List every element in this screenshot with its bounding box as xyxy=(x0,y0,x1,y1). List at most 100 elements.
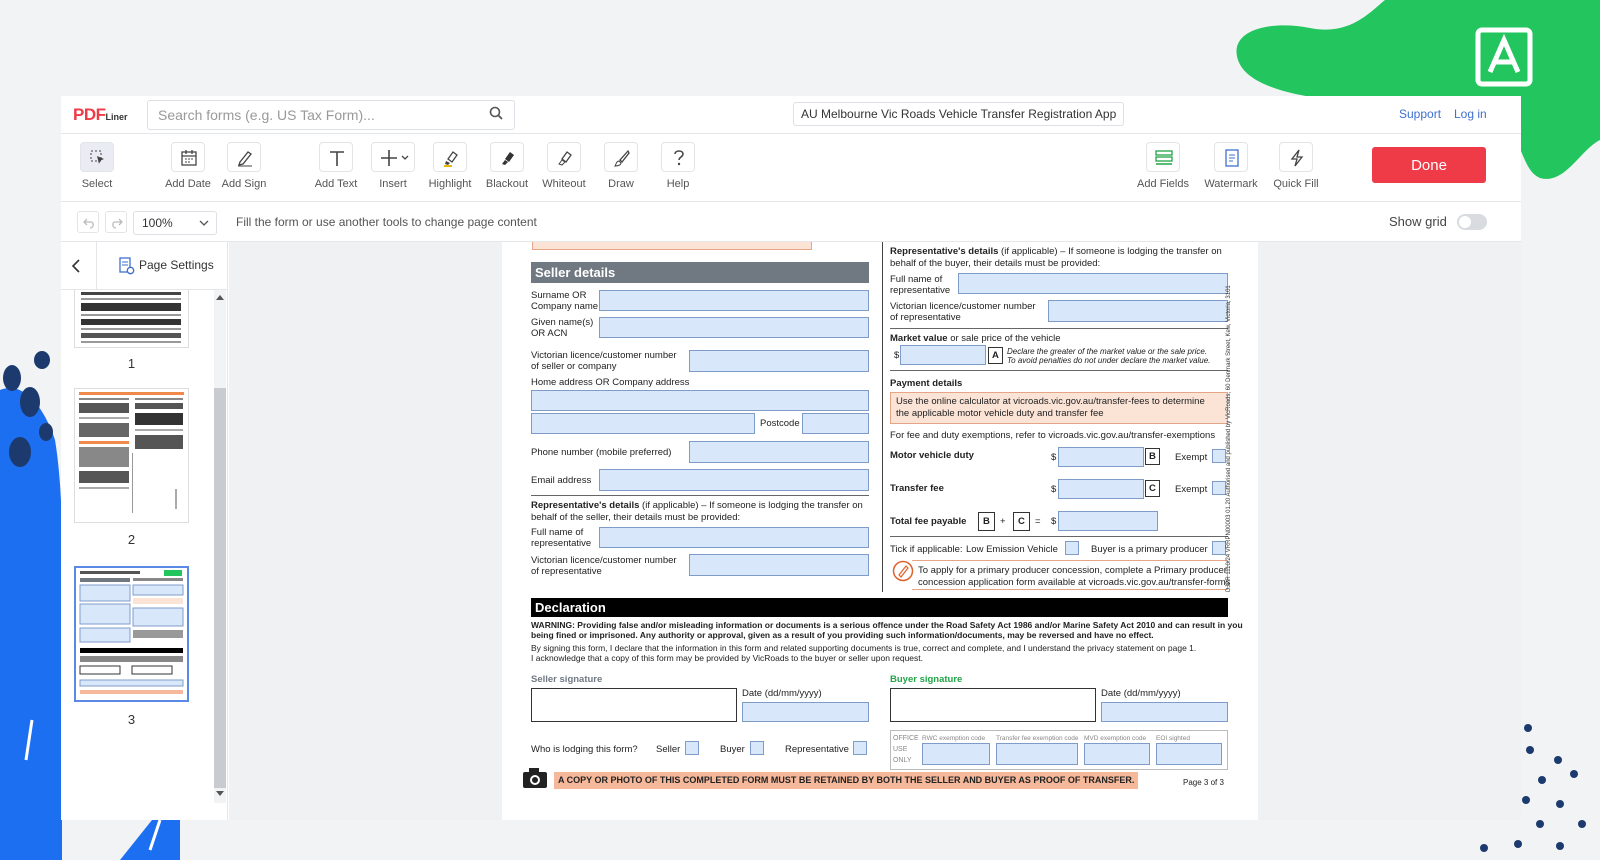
page-thumbnail-3[interactable] xyxy=(74,566,189,702)
quick-fill-tool[interactable]: Quick Fill xyxy=(1266,142,1326,190)
office-eoi-field[interactable] xyxy=(1156,743,1222,765)
buyer-date-field[interactable] xyxy=(1101,702,1228,722)
highlight-tool[interactable]: Highlight xyxy=(420,142,480,190)
whiteout-tool[interactable]: Whiteout xyxy=(534,142,594,190)
calendar-icon xyxy=(181,150,197,166)
login-link[interactable]: Log in xyxy=(1454,107,1487,121)
help-tool[interactable]: Help xyxy=(648,142,708,190)
seller-signature-field[interactable] xyxy=(531,688,737,722)
seller-licence-field[interactable] xyxy=(689,350,869,372)
collapse-sidebar-button[interactable] xyxy=(61,242,97,290)
seller-signature-label: Seller signature xyxy=(531,674,603,685)
toolbar: Select Add Date Add Sign Add Text Insert… xyxy=(61,134,1521,202)
phone-label: Phone number (mobile preferred) xyxy=(531,447,672,458)
pdf-page-3: Seller details Surname OR Company name G… xyxy=(502,242,1258,820)
page-thumbnails-sidebar: Page Settings 1 2 3 xyxy=(61,242,228,820)
chevron-down-icon xyxy=(401,155,409,160)
add-sign-tool[interactable]: Add Sign xyxy=(214,142,274,190)
buyer-rep-licence-label: Victorian licence/customer number xyxy=(890,301,1036,312)
seller-date-field[interactable] xyxy=(742,702,869,722)
copy-notice: A COPY OR PHOTO OF THIS COMPLETED FORM M… xyxy=(554,772,1139,789)
seller-licence-label-2: of seller or company xyxy=(531,361,617,372)
scroll-down-arrow-icon[interactable] xyxy=(216,791,224,797)
seller-phone-field[interactable] xyxy=(689,441,869,463)
lodger-seller-checkbox[interactable] xyxy=(685,741,699,755)
sidebar-scrollbar-thumb[interactable] xyxy=(214,388,226,788)
redo-button[interactable] xyxy=(105,211,127,233)
zoom-select[interactable]: 100% xyxy=(133,211,217,235)
instruction-text: Fill the form or use another tools to ch… xyxy=(236,215,537,229)
surname-label: Surname OR Company name xyxy=(531,290,599,312)
chevron-left-icon xyxy=(71,259,80,273)
office-transfer-fee-field[interactable] xyxy=(996,743,1078,765)
scroll-up-arrow-icon[interactable] xyxy=(216,294,224,300)
add-date-tool[interactable]: Add Date xyxy=(158,142,218,190)
buyer-rep-name-label: Full name of representative xyxy=(890,274,951,296)
lodger-buyer-checkbox[interactable] xyxy=(750,741,764,755)
page-number-2: 2 xyxy=(127,532,136,547)
concession-note-box xyxy=(912,560,1228,590)
seller-rep-name-field[interactable] xyxy=(599,527,869,548)
postcode-label: Postcode xyxy=(760,418,800,429)
redo-icon xyxy=(112,218,123,229)
watermark-tool[interactable]: Watermark xyxy=(1201,142,1261,190)
plus-icon xyxy=(381,150,409,166)
sub-toolbar: 100% Fill the form or use another tools … xyxy=(61,202,1521,242)
total-fee-label: Total fee payable xyxy=(890,516,967,527)
payment-details-heading: Payment details xyxy=(890,378,963,389)
select-tool[interactable]: Select xyxy=(67,142,127,190)
seller-email-field[interactable] xyxy=(599,469,869,491)
add-text-tool[interactable]: Add Text xyxy=(306,142,366,190)
seller-address-line2-field[interactable] xyxy=(531,413,755,434)
motor-duty-field[interactable] xyxy=(1058,447,1144,467)
seller-postcode-field[interactable] xyxy=(802,413,869,434)
seller-details-heading: Seller details xyxy=(531,262,869,283)
office-mvd-field[interactable] xyxy=(1084,743,1150,765)
declaration-heading: Declaration xyxy=(531,598,1228,617)
watermark-icon xyxy=(1225,149,1239,167)
pdf-editor-window: PDFLiner AU Melbourne Vic Roads Vehicle … xyxy=(61,96,1521,820)
seller-surname-field[interactable] xyxy=(599,290,869,311)
low-emission-checkbox[interactable] xyxy=(1065,541,1079,555)
given-names-label: Given name(s) OR ACN xyxy=(531,317,594,339)
add-fields-tool[interactable]: Add Fields xyxy=(1133,142,1193,190)
seller-given-names-field[interactable] xyxy=(599,317,869,338)
office-rwc-field[interactable] xyxy=(922,743,990,765)
page-settings-button[interactable]: Page Settings xyxy=(119,257,214,275)
buyer-signature-field[interactable] xyxy=(890,688,1096,722)
page-thumbnail-2[interactable] xyxy=(74,388,189,523)
pencil-circle-icon xyxy=(892,560,914,582)
buyer-rep-licence-label-2: of representative xyxy=(890,312,961,323)
search-icon[interactable] xyxy=(489,106,503,120)
question-icon xyxy=(674,150,684,166)
seller-rep-licence-field[interactable] xyxy=(689,554,869,576)
draw-tool[interactable]: Draw xyxy=(591,142,651,190)
lodger-representative-checkbox[interactable] xyxy=(853,741,867,755)
show-grid-toggle[interactable] xyxy=(1457,214,1487,230)
market-value-field[interactable] xyxy=(900,345,986,365)
blackout-tool[interactable]: Blackout xyxy=(477,142,537,190)
total-fee-field[interactable] xyxy=(1058,511,1158,531)
blackout-marker-icon xyxy=(502,152,514,165)
seller-rep-name-label: Full name of representative xyxy=(531,527,592,549)
seller-licence-label: Victorian licence/customer number xyxy=(531,350,677,361)
done-button[interactable]: Done xyxy=(1372,147,1486,183)
top-bar: PDFLiner AU Melbourne Vic Roads Vehicle … xyxy=(61,96,1521,134)
buyer-rep-instruction: behalf of the buyer, their details must … xyxy=(890,258,1101,269)
seller-address-field[interactable] xyxy=(531,390,869,411)
buyer-signature-label: Buyer signature xyxy=(890,674,963,685)
search-input[interactable] xyxy=(147,100,515,130)
buyer-rep-licence-field[interactable] xyxy=(1048,300,1228,322)
eraser-icon xyxy=(558,151,572,166)
brush-icon xyxy=(613,149,630,167)
support-link[interactable]: Support xyxy=(1399,107,1441,121)
page-thumbnail-1[interactable] xyxy=(74,290,189,348)
undo-button[interactable] xyxy=(77,211,99,233)
insert-tool[interactable]: Insert xyxy=(363,142,423,190)
seller-rep-licence-label-2: of representative xyxy=(531,566,602,577)
pdfliner-logo[interactable]: PDFLiner xyxy=(73,105,128,125)
buyer-rep-name-field[interactable] xyxy=(958,273,1228,294)
transfer-fee-field[interactable] xyxy=(1058,479,1144,499)
motor-duty-label: Motor vehicle duty xyxy=(890,450,974,461)
page-number-3: 3 xyxy=(127,712,136,727)
